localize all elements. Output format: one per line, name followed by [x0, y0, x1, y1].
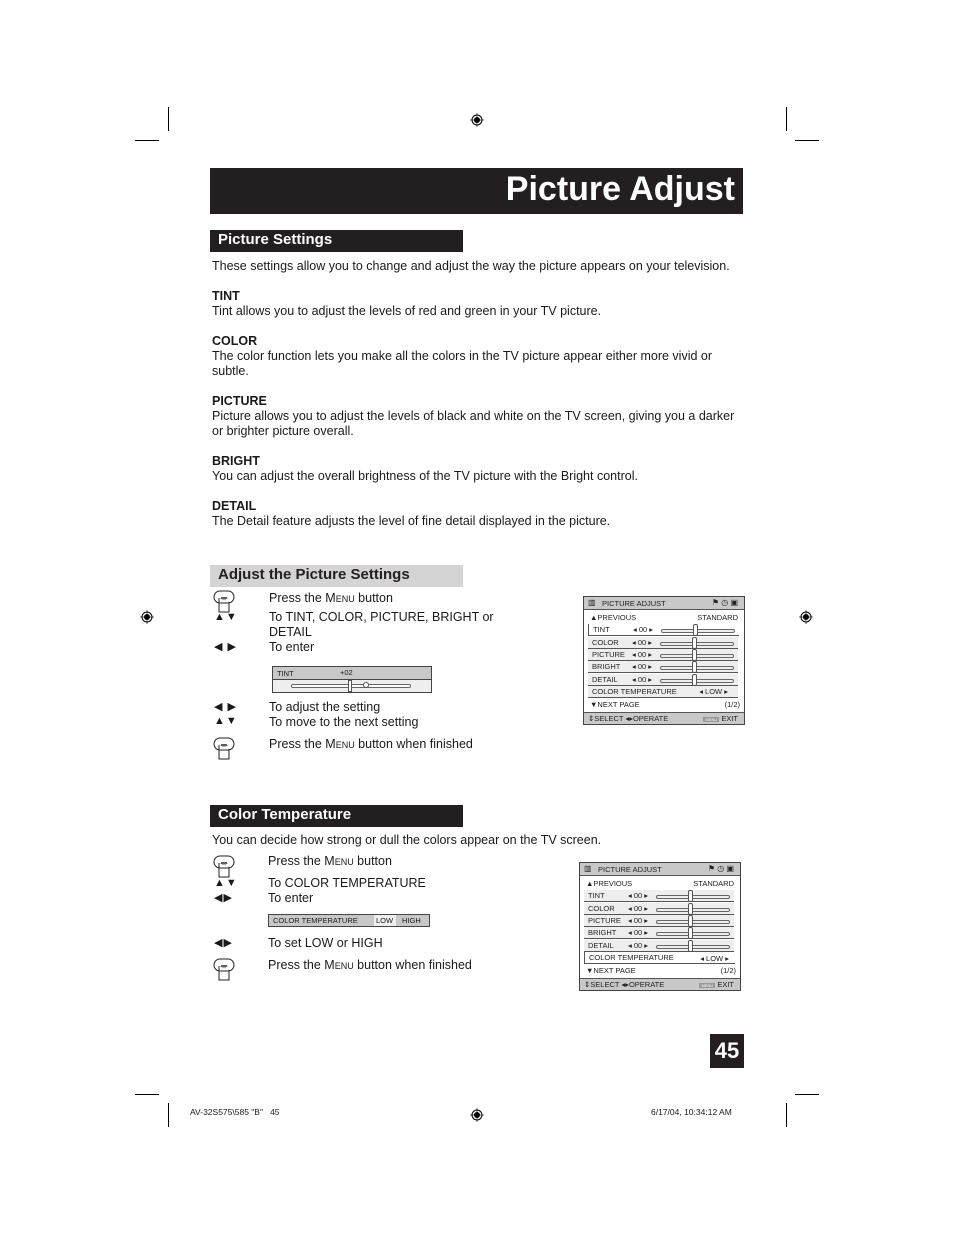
footer-timestamp: 6/17/04, 10:34:12 AM [651, 1107, 732, 1117]
step-enter: To enter [268, 891, 314, 905]
footer-file-info: AV-32S575\585 "B" 45 [190, 1107, 280, 1117]
step-press-menu: Press the Menu button [268, 854, 392, 868]
setting-bright: BRIGHT You can adjust the overall bright… [212, 454, 638, 483]
osd-row: TINT ◂ 00 ▸ [588, 624, 739, 636]
crop-mark [168, 1103, 169, 1127]
setting-picture: PICTURE Picture allows you to adjust the… [212, 394, 735, 438]
osd-row: COLOR ◂ 00 ▸ [588, 637, 738, 649]
page-title-bar: Picture Adjust [210, 168, 743, 214]
status-icons: ⚑ ◷ ▣ [711, 598, 738, 607]
osd-row-color-temp: COLOR TEMPERATURE ◂ LOW ▸ [584, 952, 735, 964]
step-next-setting: To move to the next setting [269, 715, 419, 729]
step-finish: Press the Menu button when finished [269, 737, 473, 751]
up-down-arrows-icon: ▲▼ [214, 715, 238, 727]
color-temp-bar: COLOR TEMPERATURE LOW HIGH [268, 914, 430, 927]
crop-mark [135, 1094, 159, 1095]
osd-row-color-temp: COLOR TEMPERATURE ◂ LOW ▸ [588, 686, 738, 698]
crop-mark [786, 107, 787, 131]
left-right-arrows-icon: ◀▶ [214, 937, 233, 949]
crop-mark [168, 107, 169, 131]
color-temp-intro: You can decide how strong or dull the co… [212, 833, 602, 847]
menu-hand-icon [213, 958, 235, 981]
osd-row: BRIGHT ◂ 00 ▸ [588, 661, 738, 673]
status-icons: ⚑ ◷ ▣ [707, 864, 734, 873]
registration-mark-icon [470, 1108, 484, 1122]
osd-row: PICTURE ◂ 00 ▸ [588, 649, 738, 661]
menu-hand-icon [213, 737, 235, 760]
section-heading-color-temperature: Color Temperature [210, 805, 463, 827]
registration-mark-icon [470, 113, 484, 127]
intro-text: These settings allow you to change and a… [212, 259, 730, 273]
step-adjust: To adjust the setting [269, 700, 381, 714]
osd-row: BRIGHT ◂ 00 ▸ [584, 927, 734, 939]
step-finish: Press the Menu button when finished [268, 958, 472, 972]
tv-icon: ▥ [584, 864, 592, 873]
step-press-menu: Press the Menu button [269, 591, 393, 605]
osd-picture-adjust-menu: ▥ PICTURE ADJUST ⚑ ◷ ▣ ▲PREVIOUS STANDARD … [583, 596, 745, 725]
crop-mark [795, 1094, 819, 1095]
crop-mark [786, 1103, 787, 1127]
step-select-color-temp: To COLOR TEMPERATURE [268, 876, 426, 890]
left-right-arrows-icon: ◀ ▶ [214, 641, 237, 653]
tv-icon: ▥ [588, 598, 596, 607]
section-heading-adjust: Adjust the Picture Settings [210, 565, 463, 587]
osd-row: TINT ◂ 00 ▸ [584, 890, 734, 902]
registration-mark-icon [799, 610, 813, 624]
osd-picture-adjust-menu-color-temp: ▥ PICTURE ADJUST ⚑ ◷ ▣ ▲PREVIOUS STANDARD … [579, 862, 741, 991]
page-title: Picture Adjust [505, 170, 735, 208]
osd-row: DETAIL ◂ 00 ▸ [584, 940, 734, 952]
menu-hand-icon [213, 855, 235, 878]
osd-row: COLOR ◂ 00 ▸ [584, 903, 734, 915]
section-heading-picture-settings: Picture Settings [210, 230, 463, 252]
setting-detail: DETAIL The Detail feature adjusts the le… [212, 499, 611, 528]
osd-row: DETAIL ◂ 00 ▸ [588, 674, 738, 686]
osd-row: PICTURE ◂ 00 ▸ [584, 915, 734, 927]
step-select-setting: To TINT, COLOR, PICTURE, BRIGHT or DETAI… [269, 610, 494, 639]
setting-tint: TINT Tint allows you to adjust the level… [212, 289, 602, 318]
left-right-arrows-icon: ◀ ▶ [214, 701, 237, 713]
registration-mark-icon [140, 610, 154, 624]
setting-color: COLOR The color function lets you make a… [212, 334, 713, 378]
crop-mark [795, 140, 819, 141]
step-set-low-high: To set LOW or HIGH [268, 936, 383, 950]
up-down-arrows-icon: ▲▼ [214, 611, 238, 623]
up-down-arrows-icon: ▲▼ [214, 877, 238, 889]
tint-adjust-bar: TINT +02 [272, 666, 432, 693]
page-number: 45 [710, 1034, 744, 1068]
crop-mark [135, 140, 159, 141]
step-enter: To enter [269, 640, 315, 654]
left-right-arrows-icon: ◀▶ [214, 892, 233, 904]
